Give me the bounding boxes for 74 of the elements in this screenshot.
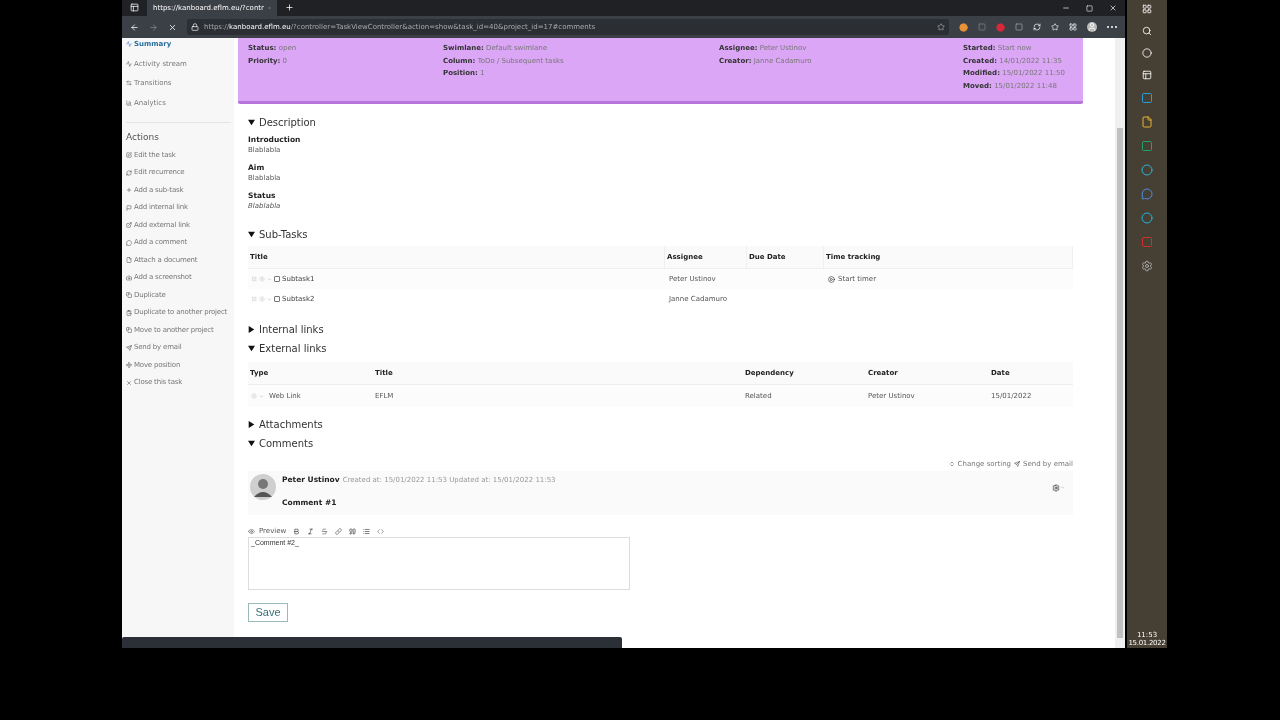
copy-icon — [126, 327, 132, 333]
favorites-icon[interactable] — [1051, 23, 1059, 31]
external-link-icon — [126, 222, 132, 228]
excel-icon[interactable] — [1141, 140, 1153, 152]
profile-icon[interactable] — [1087, 22, 1097, 32]
save-button[interactable]: Save — [248, 603, 288, 622]
caret-right-icon[interactable] — [248, 326, 255, 333]
plus-icon — [126, 187, 132, 193]
drag-handle-icon[interactable] — [251, 276, 257, 282]
eye-icon — [248, 527, 255, 535]
link-icon[interactable] — [335, 527, 343, 535]
timer-icon — [828, 275, 835, 283]
restore-icon[interactable] — [1086, 5, 1093, 12]
collections-icon[interactable] — [1069, 23, 1077, 31]
circle-icon[interactable] — [1142, 48, 1152, 58]
subtask-checkbox[interactable] — [274, 296, 280, 302]
tab-actions-icon[interactable] — [130, 3, 139, 12]
clipboard-icon — [126, 309, 132, 316]
scrollbar[interactable] — [1115, 38, 1125, 648]
arrows-icon — [126, 80, 132, 87]
section-title[interactable]: Description — [259, 115, 316, 130]
copy-icon — [126, 292, 132, 298]
edit-icon — [126, 152, 132, 158]
quote-icon[interactable] — [349, 527, 357, 535]
stop-icon[interactable] — [168, 22, 177, 32]
start-icon[interactable] — [1142, 4, 1152, 14]
repeat-icon — [126, 169, 132, 176]
caret-down-icon[interactable] — [248, 345, 255, 352]
caret-down-icon[interactable] — [248, 119, 255, 126]
move-icon — [126, 362, 132, 368]
section-title[interactable]: External links — [259, 341, 327, 356]
app-icon[interactable] — [1141, 260, 1153, 272]
minimize-icon[interactable] — [1062, 4, 1070, 12]
back-icon[interactable] — [130, 22, 139, 32]
comment-icon — [126, 239, 132, 246]
section-title[interactable]: Sub-Tasks — [259, 227, 308, 242]
flag-icon — [126, 204, 132, 211]
camera-icon — [126, 274, 132, 281]
code-icon[interactable] — [377, 527, 385, 535]
actions-heading: Actions — [126, 131, 160, 144]
send-icon — [1014, 461, 1020, 467]
extension-icon[interactable] — [1033, 23, 1041, 31]
edge-icon[interactable] — [1141, 164, 1153, 176]
folder-icon[interactable] — [1141, 116, 1153, 128]
list-icon[interactable] — [363, 527, 371, 535]
strikethrough-icon[interactable] — [321, 527, 329, 535]
search-icon[interactable] — [1142, 26, 1152, 36]
section-title[interactable]: Attachments — [259, 417, 323, 432]
task-view-icon[interactable] — [1142, 70, 1152, 80]
summary-icon — [126, 41, 132, 48]
lock-icon — [191, 23, 199, 31]
favorite-icon[interactable] — [937, 23, 945, 31]
chat-icon[interactable] — [1141, 188, 1153, 200]
forward-icon[interactable] — [149, 22, 158, 32]
settings-icon[interactable] — [1052, 483, 1060, 492]
dashboard-icon — [126, 60, 132, 67]
filezilla-icon[interactable] — [1141, 236, 1153, 248]
section-title[interactable]: Internal links — [259, 322, 324, 337]
store-icon[interactable] — [1141, 92, 1153, 104]
avatar — [250, 474, 276, 500]
send-icon — [126, 344, 132, 351]
section-title[interactable]: Comments — [259, 436, 314, 451]
caret-right-icon[interactable] — [248, 421, 255, 428]
subtask-checkbox[interactable] — [274, 276, 280, 282]
app-icon[interactable] — [1141, 212, 1153, 224]
drag-handle-icon[interactable] — [251, 296, 257, 302]
bold-icon[interactable] — [293, 527, 301, 535]
file-icon — [126, 257, 132, 263]
caret-down-icon[interactable] — [248, 231, 255, 238]
italic-icon[interactable] — [307, 527, 315, 535]
bar-chart-icon — [126, 99, 132, 106]
caret-down-icon[interactable] — [248, 440, 255, 447]
new-tab-icon[interactable] — [285, 3, 294, 12]
sort-icon — [948, 461, 955, 467]
